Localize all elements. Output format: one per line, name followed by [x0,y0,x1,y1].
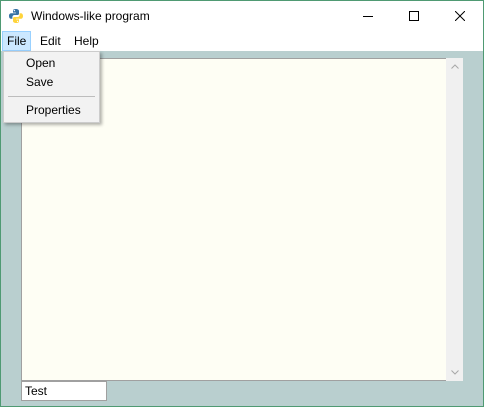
menu-item-open[interactable]: Open [4,54,99,73]
menu-separator [8,96,95,97]
minimize-button[interactable] [345,1,391,31]
title-bar[interactable]: Windows-like program [1,1,483,31]
menu-item-properties[interactable]: Properties [4,101,99,120]
scroll-up-button[interactable] [446,58,463,75]
menu-file[interactable]: File [2,31,32,51]
close-icon [455,11,465,21]
maximize-icon [409,11,419,21]
minimize-icon [363,16,373,17]
maximize-button[interactable] [391,1,437,31]
app-window: Windows-like program File Edit Help Open… [0,0,484,407]
menu-edit[interactable]: Edit [35,31,66,51]
chevron-down-icon [450,370,459,375]
menu-help[interactable]: Help [69,31,104,51]
close-button[interactable] [437,1,483,31]
window-title: Windows-like program [31,9,150,23]
menu-item-save[interactable]: Save [4,73,99,92]
python-icon [8,8,24,24]
scroll-down-button[interactable] [446,364,463,381]
menu-bar: File Edit Help [1,31,483,51]
vertical-scrollbar[interactable] [446,58,463,381]
chevron-up-icon [450,64,459,69]
file-dropdown-menu: Open Save Properties [3,51,100,123]
text-entry[interactable] [21,381,107,401]
